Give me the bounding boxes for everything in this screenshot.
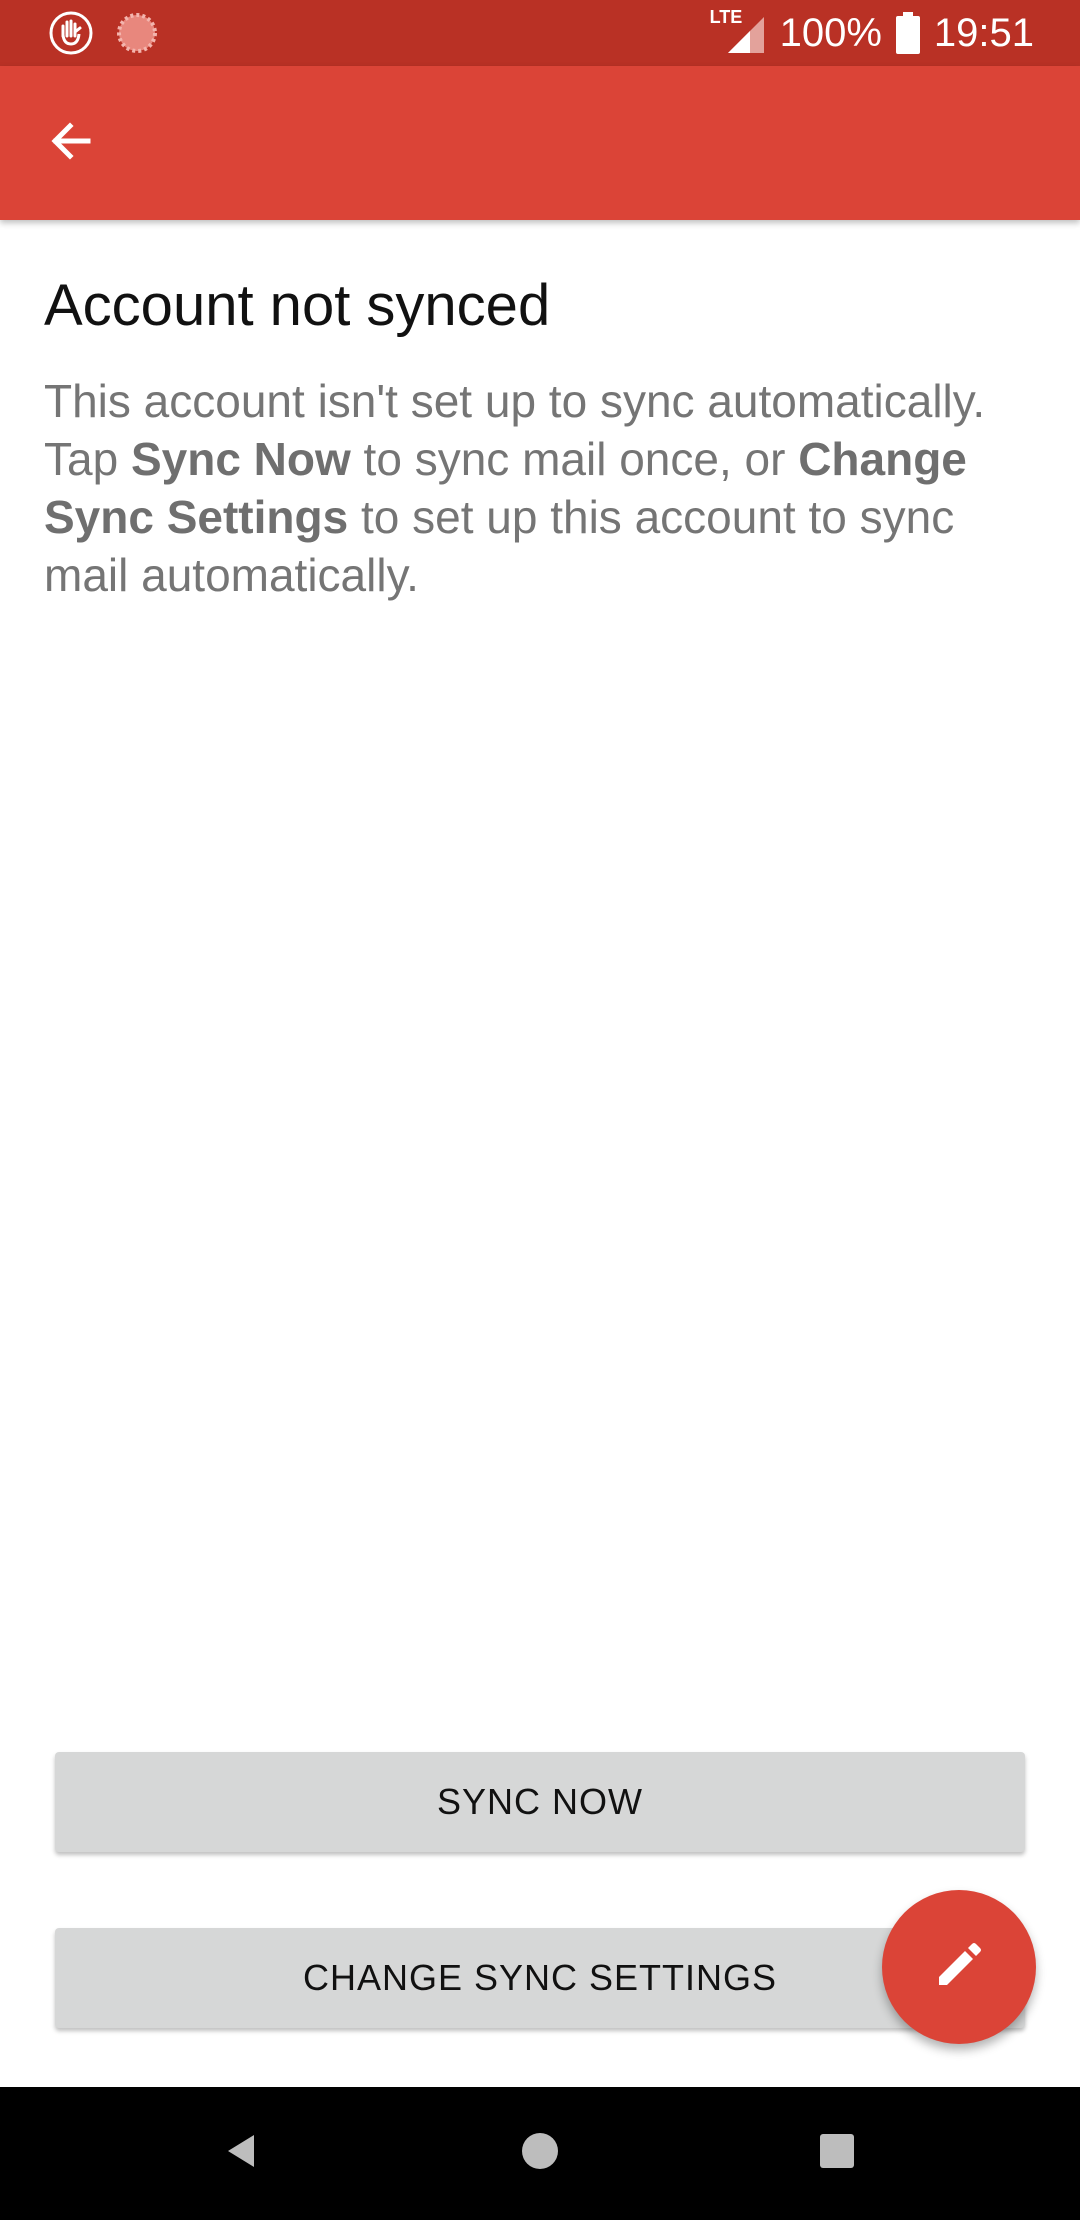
change-sync-settings-button[interactable]: CHANGE SYNC SETTINGS — [55, 1928, 1025, 2028]
status-right: LTE 100% 19:51 — [710, 0, 1034, 66]
battery-percent: 100% — [779, 11, 882, 55]
back-triangle-icon — [222, 2131, 262, 2176]
line2-prefix: Tap — [44, 433, 131, 485]
sync-spinner-icon — [114, 10, 160, 56]
description-line2: Tap Sync Now to sync mail once, or Chang… — [44, 430, 1034, 604]
recents-square-icon — [817, 2131, 857, 2176]
back-button[interactable] — [30, 101, 114, 185]
content: Account not synced This account isn't se… — [44, 270, 1034, 604]
description: This account isn't set up to sync automa… — [44, 372, 1034, 604]
page-title: Account not synced — [44, 273, 551, 338]
nav-recents-button[interactable] — [807, 2123, 867, 2183]
nav-home-button[interactable] — [510, 2123, 570, 2183]
navigation-bar — [0, 2087, 1080, 2220]
home-circle-icon — [520, 2131, 560, 2176]
clock: 19:51 — [933, 11, 1034, 55]
line2-mid: to sync mail once, or — [350, 433, 799, 485]
pencil-icon — [931, 1937, 987, 1998]
status-bar: LTE 100% 19:51 — [0, 0, 1080, 66]
sync-now-mention: Sync Now — [130, 433, 351, 485]
sync-now-button[interactable]: SYNC NOW — [55, 1752, 1025, 1852]
network-type-label: LTE — [709, 7, 743, 27]
battery-icon — [895, 12, 920, 54]
description-line1: This account isn't set up to sync automa… — [44, 375, 986, 427]
nav-back-button[interactable] — [212, 2123, 272, 2183]
hand-stop-icon — [48, 10, 94, 56]
signal-icon: LTE — [710, 7, 766, 55]
compose-fab[interactable] — [882, 1890, 1036, 2044]
app-bar — [0, 66, 1080, 220]
screen: LTE 100% 19:51 Account not synced This a… — [0, 0, 1080, 2220]
arrow-back-icon — [48, 117, 96, 170]
